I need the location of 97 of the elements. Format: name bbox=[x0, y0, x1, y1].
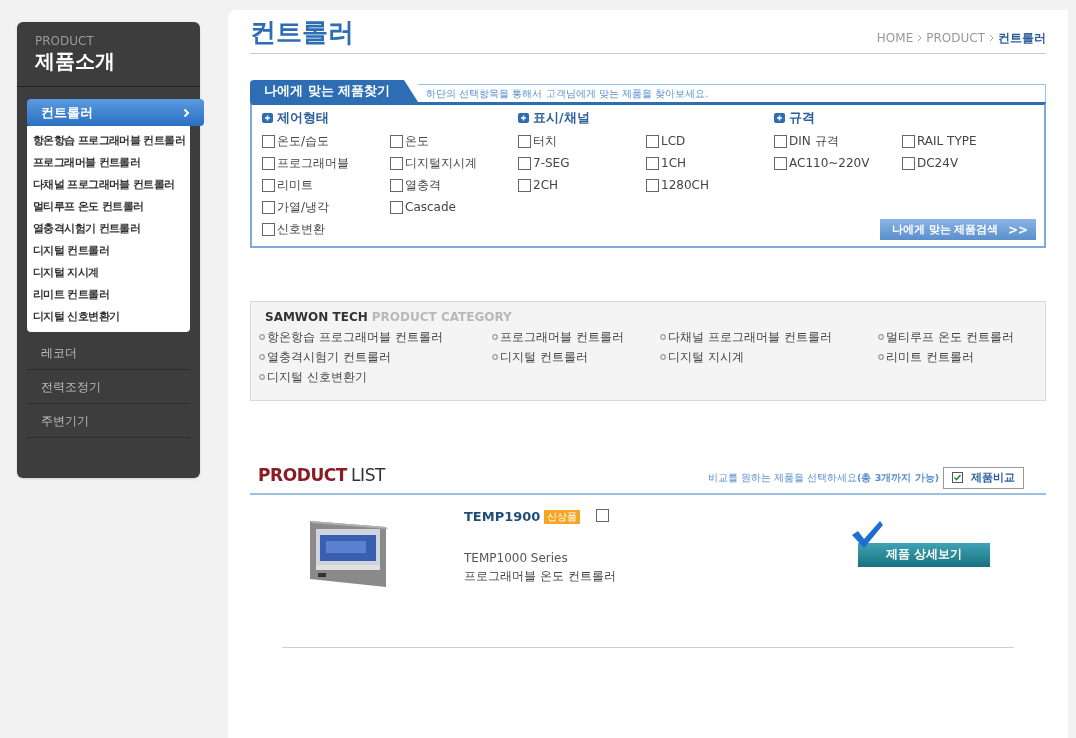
finder-hint: 하단의 선택항목을 통해서 고객님에게 맞는 제품을 찾아보세요. bbox=[426, 86, 709, 101]
checkbox[interactable] bbox=[262, 222, 275, 236]
breadcrumb-link[interactable]: 컨트롤러 bbox=[998, 28, 1046, 47]
checkbox[interactable] bbox=[518, 134, 531, 148]
option-label: 7-SEG bbox=[533, 155, 570, 173]
bullet-icon bbox=[492, 334, 498, 341]
category-link[interactable]: 다채널 프로그래머블 컨트롤러 bbox=[668, 328, 832, 347]
product-name[interactable]: TEMP1900 bbox=[464, 507, 541, 527]
checkbox[interactable] bbox=[262, 200, 275, 214]
checkbox[interactable] bbox=[262, 156, 275, 170]
option-label: 디지털지시계 bbox=[405, 155, 477, 173]
option-label: AC110~220V bbox=[789, 155, 870, 173]
group-title: 규격 bbox=[789, 108, 815, 127]
submenu-item[interactable]: 디지털 지시계 bbox=[27, 262, 105, 284]
double-arrow-icon: >> bbox=[1007, 220, 1028, 239]
category-title: PRODUCT CATEGORY bbox=[371, 309, 512, 327]
option-label: DC24V bbox=[917, 155, 959, 173]
checkbox[interactable] bbox=[390, 200, 403, 214]
option-label: LCD bbox=[661, 133, 686, 151]
option-label: 1280CH bbox=[661, 177, 709, 195]
option-label: 1CH bbox=[661, 155, 687, 173]
category-link[interactable]: 열충격시험기 컨트롤러 bbox=[267, 348, 391, 367]
checkbox[interactable] bbox=[518, 156, 531, 170]
bullet-icon bbox=[259, 354, 265, 361]
bullet-icon bbox=[660, 354, 666, 361]
option-label: 터치 bbox=[533, 133, 557, 151]
category-link[interactable]: 멀티루프 온도 컨트롤러 bbox=[886, 328, 1014, 347]
detail-button[interactable]: 제품 상세보기 bbox=[858, 542, 990, 567]
submenu-item[interactable]: 열충격시험기 컨트롤러 bbox=[27, 218, 147, 240]
checkbox[interactable] bbox=[902, 156, 915, 170]
bullet-icon bbox=[259, 334, 265, 341]
submenu-item[interactable]: 디지털 신호변환기 bbox=[27, 306, 126, 328]
checkbox[interactable] bbox=[390, 134, 403, 148]
category-link[interactable]: 항온항습 프로그래머블 컨트롤러 bbox=[267, 328, 443, 347]
submenu-item[interactable]: 프로그래머블 컨트롤러 bbox=[27, 152, 147, 174]
submenu-item[interactable]: 리미트 컨트롤러 bbox=[27, 284, 116, 306]
page-title: 컨트롤러 bbox=[250, 16, 354, 49]
product-description: 프로그래머블 온도 컨트롤러 bbox=[464, 567, 617, 585]
bullet-icon bbox=[878, 334, 884, 341]
list-title: LIST bbox=[351, 464, 385, 488]
checkbox[interactable] bbox=[518, 178, 531, 192]
checkbox[interactable] bbox=[390, 178, 403, 192]
checkbox[interactable] bbox=[774, 156, 787, 170]
product-series: TEMP1000 Series bbox=[464, 549, 569, 567]
plus-icon bbox=[774, 112, 785, 123]
option-label: 프로그래머블 bbox=[277, 155, 349, 173]
bullet-icon bbox=[259, 374, 265, 381]
option-label: 2CH bbox=[533, 177, 559, 195]
checkbox[interactable] bbox=[262, 134, 275, 148]
sidebar-item[interactable]: 레코더 bbox=[27, 336, 190, 370]
checkbox[interactable] bbox=[646, 134, 659, 148]
list-title-bold: PRODUCT bbox=[258, 464, 347, 488]
checkbox[interactable] bbox=[646, 178, 659, 192]
group-title: 제어형태 bbox=[277, 108, 329, 127]
plus-icon bbox=[518, 112, 529, 123]
category-link[interactable]: 디지털 컨트롤러 bbox=[500, 348, 588, 367]
option-label: DIN 규격 bbox=[789, 133, 839, 151]
checkbox[interactable] bbox=[646, 156, 659, 170]
submenu-item[interactable]: 디지털 컨트롤러 bbox=[27, 240, 116, 262]
bullet-icon bbox=[492, 354, 498, 361]
sidebar-title: 제품소개 bbox=[35, 49, 116, 74]
plus-icon bbox=[262, 112, 273, 123]
checked-box-icon bbox=[952, 472, 963, 484]
option-label: 가열/냉각 bbox=[277, 199, 330, 217]
option-label: 리미트 bbox=[277, 177, 313, 195]
checkbox[interactable] bbox=[902, 134, 915, 148]
sidebar-item[interactable]: 컨트롤러 bbox=[27, 99, 204, 126]
category-link[interactable]: 리미트 컨트롤러 bbox=[886, 348, 974, 367]
category-brand: SAMWON TECH bbox=[265, 309, 368, 327]
sidebar-eyebrow: PRODUCT bbox=[35, 34, 95, 49]
option-label: Cascade bbox=[405, 199, 456, 217]
group-title: 표시/채널 bbox=[533, 108, 590, 127]
submenu-item[interactable]: 다채널 프로그래머블 컨트롤러 bbox=[27, 174, 181, 196]
checkbox[interactable] bbox=[262, 178, 275, 192]
sidebar-item[interactable]: 전력조정기 bbox=[27, 370, 190, 404]
checkbox[interactable] bbox=[390, 156, 403, 170]
category-link[interactable]: 디지털 신호변환기 bbox=[267, 368, 367, 387]
submenu-item[interactable]: 멀티루프 온도 컨트롤러 bbox=[27, 196, 150, 218]
bullet-icon bbox=[878, 354, 884, 361]
chevron-right-icon bbox=[989, 33, 994, 42]
option-label: 온도 bbox=[405, 133, 429, 151]
compare-button[interactable]: 제품비교 bbox=[943, 466, 1024, 489]
chevron-right-icon bbox=[183, 107, 190, 118]
compare-hint: 비교를 원하는 제품을 선택하세요(총 3개까지 가능) bbox=[708, 470, 939, 485]
submenu-item[interactable]: 항온항습 프로그래머블 컨트롤러 bbox=[27, 130, 192, 152]
category-link[interactable]: 프로그래머블 컨트롤러 bbox=[500, 328, 624, 347]
option-label: 신호변환 bbox=[277, 221, 325, 239]
sidebar-item[interactable]: 주변기기 bbox=[27, 404, 190, 438]
option-label: 열충격 bbox=[405, 177, 441, 195]
chevron-right-icon bbox=[917, 33, 923, 42]
new-badge: 신상품 bbox=[544, 509, 581, 524]
compare-checkbox[interactable] bbox=[596, 508, 610, 522]
option-label: RAIL TYPE bbox=[917, 133, 977, 151]
bullet-icon bbox=[660, 334, 666, 341]
checkbox[interactable] bbox=[774, 134, 787, 148]
option-label: 온도/습도 bbox=[277, 133, 330, 151]
category-link[interactable]: 디지털 지시계 bbox=[668, 348, 744, 367]
